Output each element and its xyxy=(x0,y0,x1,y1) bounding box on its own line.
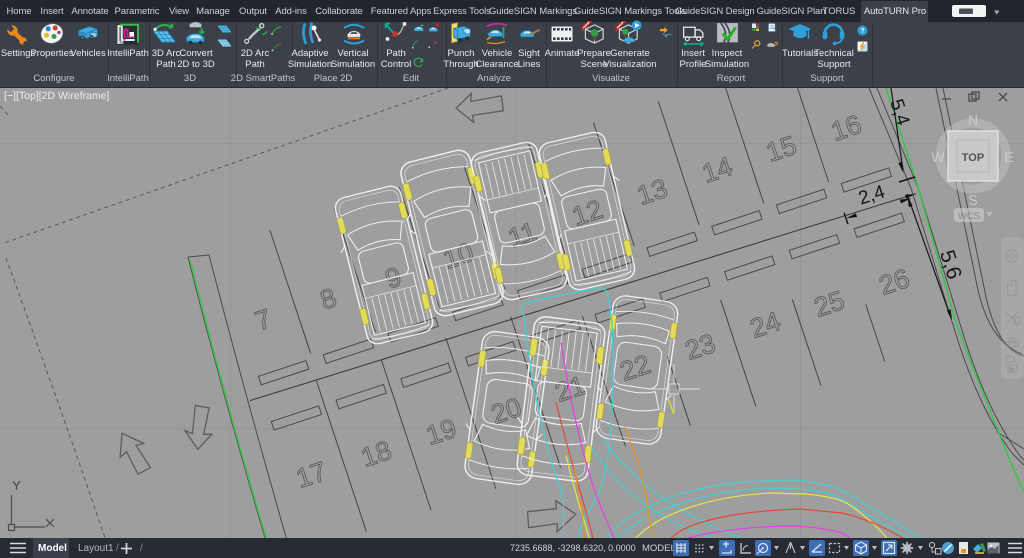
svg-text:S: S xyxy=(968,192,977,208)
svg-text:?: ? xyxy=(860,27,864,35)
svg-text:TOP: TOP xyxy=(962,152,984,164)
svg-text:WCS: WCS xyxy=(958,211,980,222)
svg-text:W: W xyxy=(931,149,945,165)
svg-text:[−][Top][2D Wireframe]: [−][Top][2D Wireframe] xyxy=(4,90,109,102)
svg-text:E: E xyxy=(1004,149,1013,165)
svg-text:N: N xyxy=(968,112,978,128)
